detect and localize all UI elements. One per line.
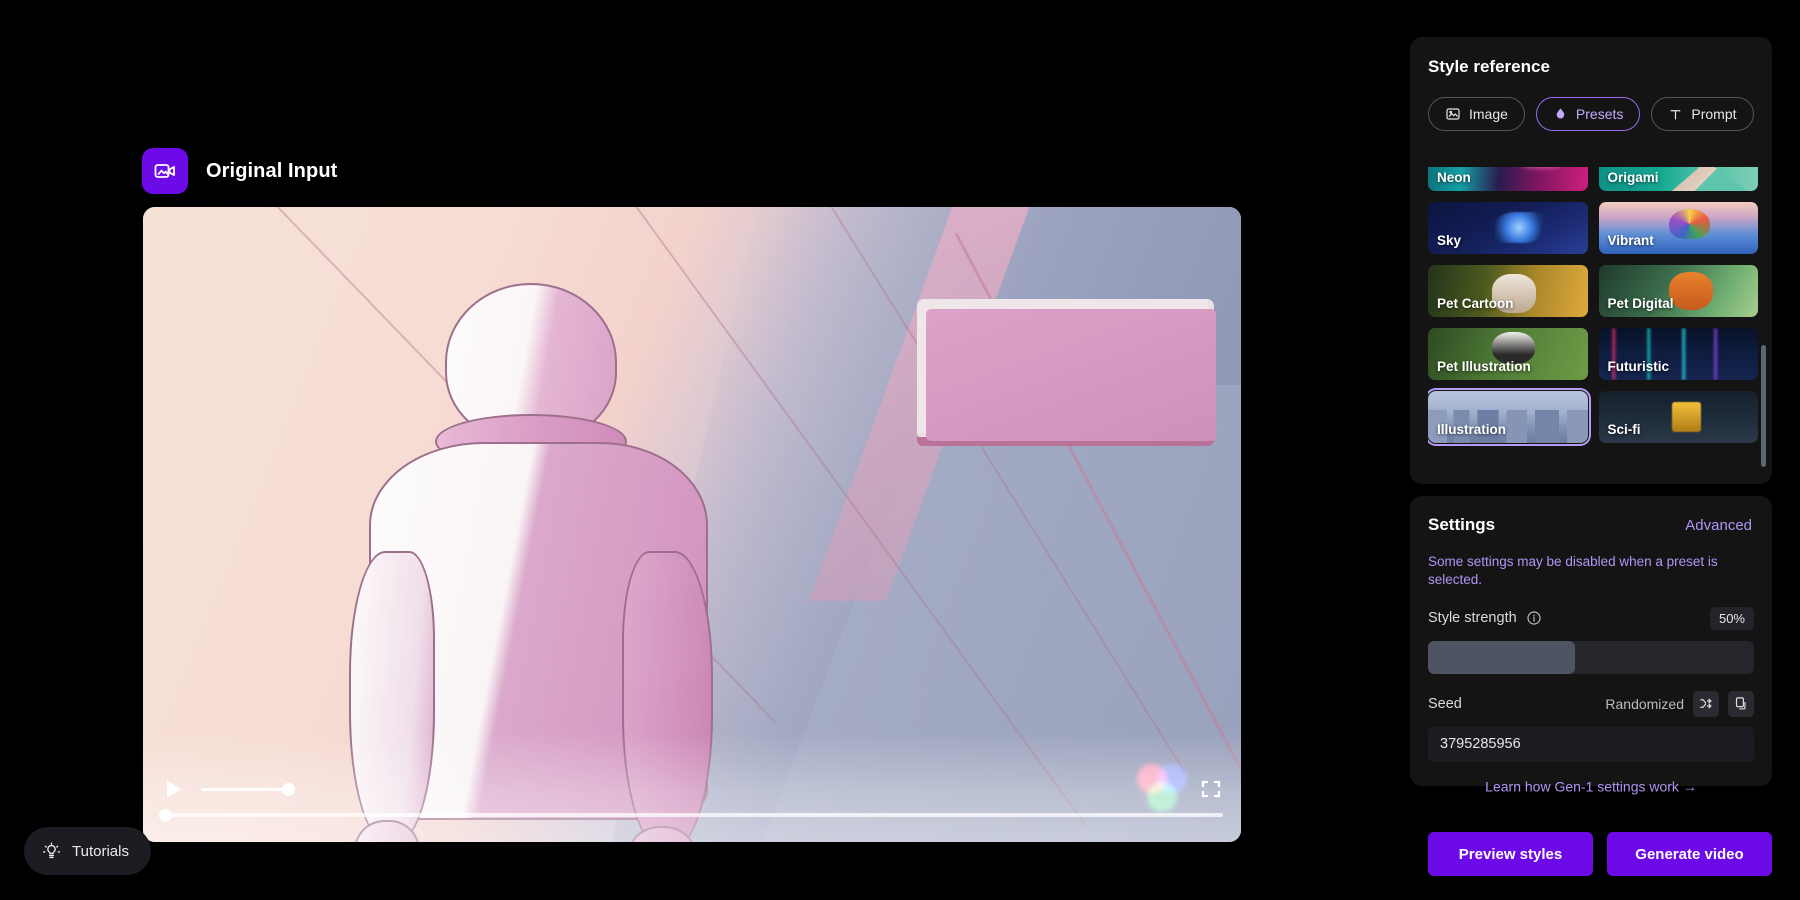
preset-label: Sci-fi — [1607, 422, 1641, 437]
tab-prompt[interactable]: Prompt — [1651, 97, 1754, 131]
info-icon[interactable] — [1526, 610, 1542, 626]
right-rail: Style reference Image Presets Prompt Neo… — [1400, 0, 1800, 900]
learn-link-arrow: → — [1682, 777, 1697, 794]
settings-header: Settings Advanced — [1410, 496, 1772, 535]
preset-label: Pet Digital — [1607, 296, 1674, 311]
image-icon — [1446, 108, 1460, 120]
video-stage: Original Input Tutorials — [0, 0, 1400, 900]
volume-slider[interactable] — [201, 779, 295, 799]
action-buttons: Preview styles Generate video — [1400, 832, 1800, 876]
color-wheel-icon[interactable] — [1137, 764, 1189, 814]
text-t-icon — [1670, 109, 1681, 119]
lightbulb-icon — [42, 842, 61, 858]
preset-card[interactable]: Futuristic — [1598, 328, 1758, 380]
droplet-icon — [1556, 108, 1565, 119]
video-player[interactable] — [143, 207, 1241, 842]
presets-scrollbar[interactable] — [1761, 167, 1766, 467]
style-strength-value: 50% — [1709, 606, 1754, 630]
style-strength-slider-fill — [1428, 640, 1575, 674]
preset-card[interactable]: Pet Cartoon — [1428, 265, 1588, 317]
original-input-header: Original Input — [142, 148, 337, 194]
style-source-tabs: Image Presets Prompt — [1410, 77, 1772, 131]
seed-label: Seed — [1428, 695, 1462, 712]
presets-scroll-area[interactable]: Neon Origami Sky Vibrant Pet Cartoon Pet Digi… — [1428, 167, 1758, 467]
seed-input[interactable]: 3795285956 — [1428, 726, 1754, 762]
fullscreen-icon[interactable] — [1199, 777, 1223, 801]
page-title: Original Input — [206, 159, 338, 182]
tab-prompt-label: Prompt — [1691, 106, 1737, 122]
presets-grid: Neon Origami Sky Vibrant Pet Cartoon Pet Digi… — [1428, 167, 1758, 446]
video-frame — [143, 207, 1241, 842]
video-image-icon — [142, 148, 188, 194]
scene-figure — [319, 283, 824, 842]
tab-presets[interactable]: Presets — [1535, 97, 1641, 131]
generate-video-button[interactable]: Generate video — [1607, 832, 1772, 876]
seed-controls: Randomized — [1605, 690, 1754, 717]
seed-row: Seed Randomized — [1410, 690, 1772, 717]
player-right-controls — [1137, 764, 1223, 814]
preset-card[interactable]: Origami — [1598, 167, 1758, 191]
seed-value: 3795285956 — [1440, 736, 1521, 753]
volume-knob[interactable] — [282, 782, 295, 796]
preset-label: Sky — [1437, 233, 1462, 248]
preview-styles-button[interactable]: Preview styles — [1428, 832, 1593, 876]
progress-track — [161, 813, 1223, 817]
advanced-link[interactable]: Advanced — [1685, 517, 1752, 534]
style-strength-label: Style strength — [1428, 610, 1517, 627]
settings-title: Settings — [1428, 515, 1496, 534]
learn-link[interactable]: Learn how Gen-1 settings work → — [1410, 777, 1772, 794]
preset-label: Neon — [1437, 170, 1471, 185]
volume-track — [201, 787, 293, 791]
app-root: Original Input Tutorials Style reference… — [0, 0, 1800, 900]
preset-label: Pet Illustration — [1437, 359, 1531, 374]
preset-card[interactable]: Illustration — [1428, 388, 1591, 446]
scene-box-face — [926, 309, 1216, 441]
preset-label: Pet Cartoon — [1437, 296, 1514, 311]
style-strength-slider[interactable] — [1428, 640, 1754, 674]
progress-slider[interactable] — [159, 808, 1223, 822]
copy-icon[interactable] — [1728, 690, 1754, 717]
scene-box — [917, 299, 1216, 446]
color-wheel-green — [1147, 782, 1177, 812]
preset-card[interactable]: Pet Digital — [1598, 265, 1758, 317]
preset-label: Illustration — [1437, 422, 1507, 437]
player-controls — [143, 764, 1241, 812]
shuffle-icon[interactable] — [1693, 690, 1719, 717]
play-icon[interactable] — [161, 776, 187, 802]
tab-presets-label: Presets — [1575, 106, 1624, 122]
style-reference-panel: Style reference Image Presets Prompt Neo… — [1410, 37, 1772, 484]
tutorials-button[interactable]: Tutorials — [24, 827, 151, 875]
presets-scrollbar-thumb[interactable] — [1761, 345, 1766, 467]
tutorials-label: Tutorials — [72, 842, 129, 860]
preset-card[interactable]: Sci-fi — [1598, 391, 1758, 443]
preset-label: Origami — [1607, 170, 1659, 185]
tab-image[interactable]: Image — [1428, 97, 1525, 131]
preset-label: Futuristic — [1607, 359, 1670, 374]
style-strength-row: Style strength 50% — [1410, 606, 1772, 630]
preset-card[interactable]: Vibrant — [1598, 202, 1758, 254]
progress-knob[interactable] — [159, 808, 172, 822]
style-reference-title: Style reference — [1428, 57, 1550, 76]
preset-label: Vibrant — [1607, 233, 1654, 248]
preset-card[interactable]: Pet Illustration — [1428, 328, 1588, 380]
tab-image-label: Image — [1469, 106, 1508, 122]
preset-card[interactable]: Neon — [1428, 167, 1588, 191]
settings-notice: Some settings may be disabled when a pre… — [1428, 554, 1718, 587]
learn-link-label: Learn how Gen-1 settings work — [1485, 777, 1679, 794]
settings-panel: Settings Advanced Some settings may be d… — [1410, 496, 1772, 794]
seed-mode-label: Randomized — [1605, 695, 1684, 712]
preset-card[interactable]: Sky — [1428, 202, 1588, 254]
style-strength-label-group: Style strength — [1428, 610, 1542, 626]
